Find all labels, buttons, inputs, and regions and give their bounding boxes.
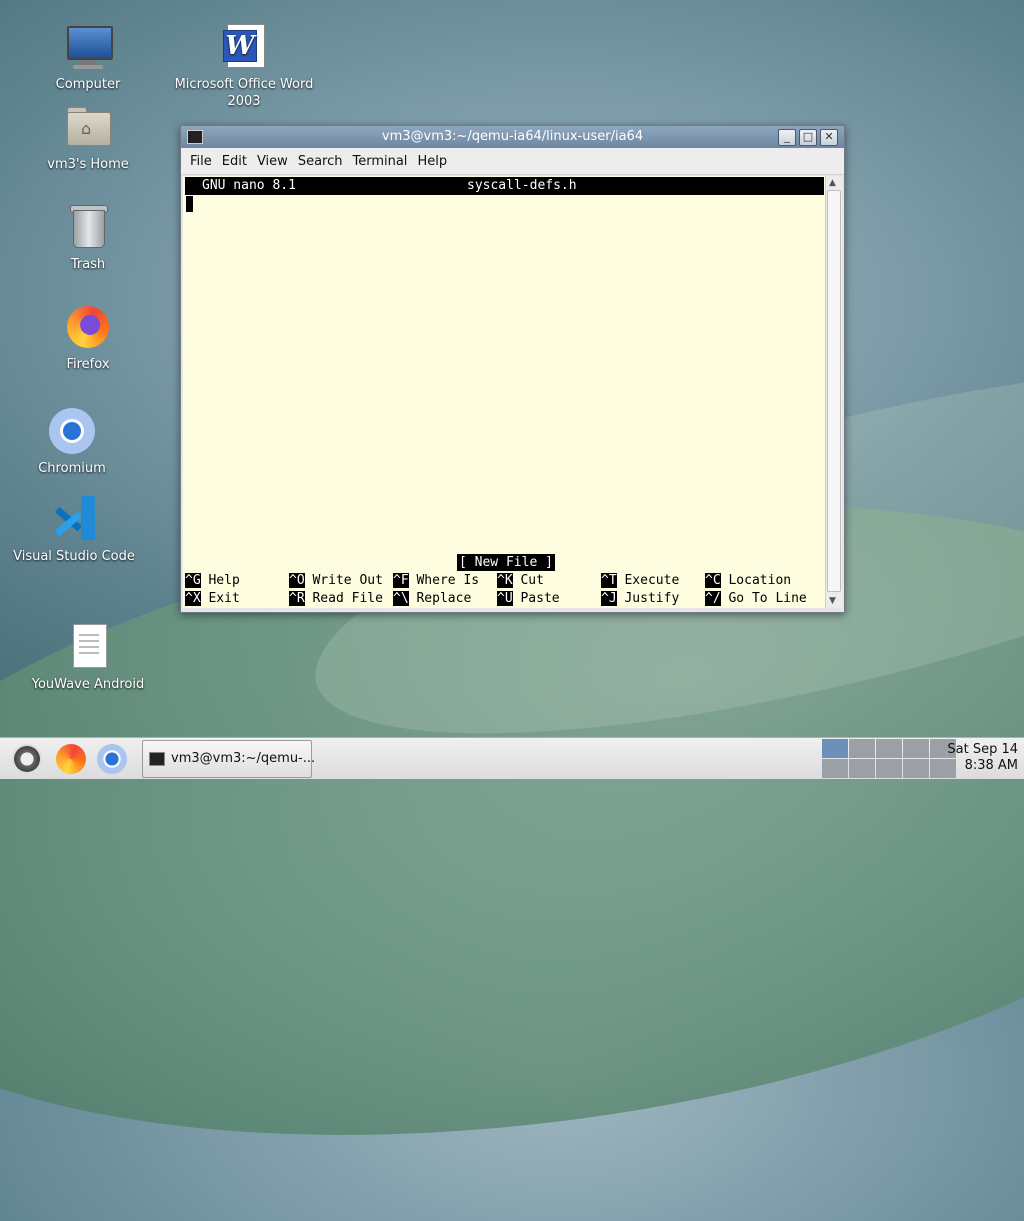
computer-icon	[63, 22, 113, 72]
menu-view[interactable]: View	[252, 154, 293, 169]
desktop-icon-label: Trash	[70, 257, 106, 272]
chromium-launcher-icon[interactable]	[97, 744, 127, 774]
minimize-button[interactable]: _	[778, 129, 796, 146]
terminal-window: vm3@vm3:~/qemu-ia64/linux-user/ia64 _ □ …	[180, 125, 845, 613]
shortcut-help: ^G Help	[185, 573, 240, 588]
nano-version: GNU nano 8.1	[202, 178, 296, 193]
clock[interactable]: Sat Sep 14 8:38 AM	[947, 742, 1018, 774]
desktop-icon-label: vm3's Home	[47, 157, 129, 172]
firefox-icon	[63, 302, 113, 352]
shortcut-cut: ^K Cut	[497, 573, 544, 588]
scroll-down-icon[interactable]: ▼	[829, 596, 836, 606]
document-icon	[63, 622, 113, 672]
shortcut-location: ^C Location	[705, 573, 792, 588]
nano-filename: syscall-defs.h	[467, 178, 577, 193]
menu-terminal[interactable]: Terminal	[347, 154, 412, 169]
desktop-icon-label: Microsoft Office Word 2003	[174, 77, 314, 109]
maximize-button[interactable]: □	[799, 129, 817, 146]
menu-edit[interactable]: Edit	[217, 154, 252, 169]
workspace-2[interactable]	[849, 739, 875, 758]
terminal-content[interactable]: GNU nano 8.1 syscall-defs.h [ New File ]…	[183, 176, 826, 608]
scrollbar-thumb[interactable]	[827, 190, 841, 592]
nano-header: GNU nano 8.1 syscall-defs.h	[185, 177, 824, 195]
window-title: vm3@vm3:~/qemu-ia64/linux-user/ia64	[381, 129, 644, 144]
shortcut-write-out: ^O Write Out	[289, 573, 383, 588]
shortcut-where-is: ^F Where Is	[393, 573, 480, 588]
task-label: vm3@vm3:~/qemu-...	[171, 751, 316, 766]
workspace-9[interactable]	[903, 759, 929, 778]
desktop-icon-computer[interactable]: Computer	[18, 22, 158, 93]
shortcut-paste: ^U Paste	[497, 591, 560, 606]
vertical-scrollbar[interactable]: ▲ ▼	[825, 176, 842, 608]
workspace-6[interactable]	[822, 759, 848, 778]
taskbar-task-terminal[interactable]: vm3@vm3:~/qemu-...	[142, 740, 316, 778]
desktop-icon-label: Chromium	[38, 461, 106, 476]
shortcut-replace: ^\ Replace	[393, 591, 472, 606]
shortcut-justify: ^J Justify	[601, 591, 680, 606]
taskbar: vm3@vm3:~/qemu-... Sat Sep 14 8:38 AM	[0, 737, 1024, 779]
desktop-icon-label: Firefox	[66, 357, 110, 372]
workspace-7[interactable]	[849, 759, 875, 778]
menu-file[interactable]: File	[185, 154, 217, 169]
workspace-pager[interactable]	[822, 739, 956, 779]
desktop-icon-firefox[interactable]: Firefox	[18, 302, 158, 373]
firefox-launcher-icon[interactable]	[56, 744, 86, 774]
clock-time: 8:38 AM	[964, 758, 1018, 773]
clock-date: Sat Sep 14	[947, 742, 1018, 757]
app-menu-icon[interactable]	[12, 744, 42, 774]
home-folder-icon: ⌂	[63, 102, 113, 152]
shortcut-read-file: ^R Read File	[289, 591, 383, 606]
chromium-icon	[47, 406, 97, 456]
desktop-icon-trash[interactable]: Trash	[18, 202, 158, 273]
workspace-8[interactable]	[876, 759, 902, 778]
close-button[interactable]: ✕	[820, 129, 838, 146]
vscode-icon	[49, 494, 99, 544]
shortcut-go-to-line: ^/ Go To Line	[705, 591, 807, 606]
desktop-icon-label: Visual Studio Code	[13, 549, 135, 564]
desktop-icon-label: Computer	[55, 77, 121, 92]
menu-bar: File Edit View Search Terminal Help	[181, 148, 844, 175]
shortcut-exit: ^X Exit	[185, 591, 240, 606]
desktop-icon-chromium[interactable]: Chromium	[2, 406, 142, 477]
scroll-up-icon[interactable]: ▲	[829, 178, 836, 188]
menu-search[interactable]: Search	[293, 154, 348, 169]
workspace-4[interactable]	[903, 739, 929, 758]
desktop-icon-word[interactable]: W Microsoft Office Word 2003	[174, 22, 314, 110]
desktop-icon-label: YouWave Android	[31, 677, 145, 692]
text-cursor	[186, 196, 193, 212]
desktop-icon-home[interactable]: ⌂ vm3's Home	[18, 102, 158, 173]
window-titlebar[interactable]: vm3@vm3:~/qemu-ia64/linux-user/ia64 _ □ …	[181, 126, 844, 148]
shortcut-execute: ^T Execute	[601, 573, 680, 588]
word-icon: W	[219, 22, 269, 72]
menu-help[interactable]: Help	[412, 154, 452, 169]
nano-status: [ New File ]	[457, 554, 555, 571]
workspace-1[interactable]	[822, 739, 848, 758]
terminal-icon	[149, 752, 165, 766]
desktop-icon-youwave[interactable]: YouWave Android	[18, 622, 158, 693]
trash-icon	[63, 202, 113, 252]
desktop-icon-vscode[interactable]: Visual Studio Code	[4, 494, 144, 565]
workspace-3[interactable]	[876, 739, 902, 758]
